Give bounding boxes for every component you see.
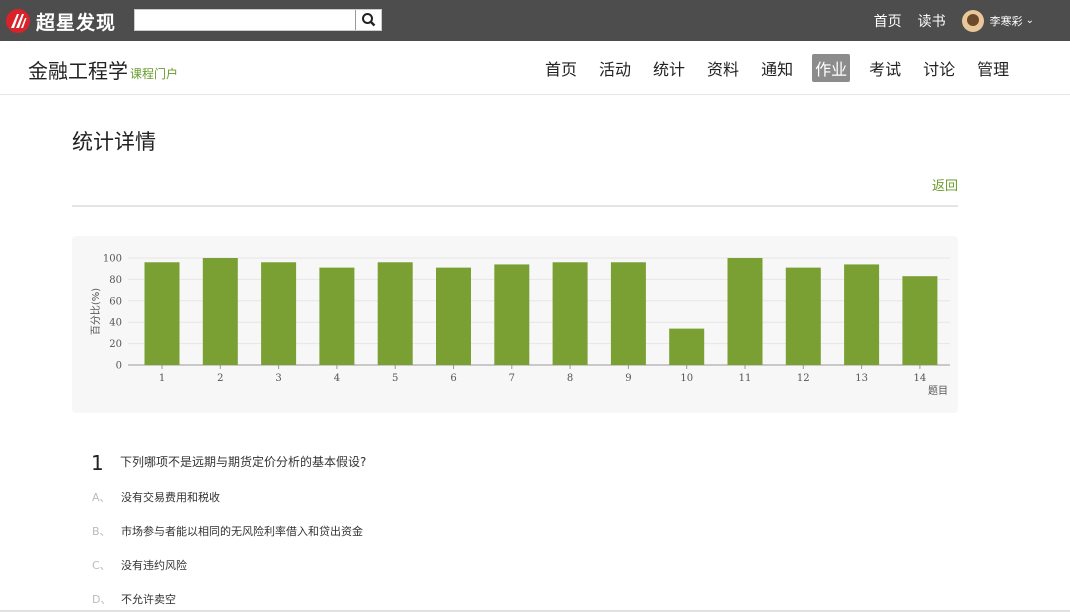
bar <box>552 262 588 365</box>
option-b: B、 市场参与者能以相同的无风险利率借入和贷出资金 <box>92 522 363 540</box>
x-axis-label: 题目 <box>928 385 948 397</box>
course-title[interactable]: 金融工程学 课程门户 <box>28 55 178 84</box>
nav-item-discussion[interactable]: 讨论 <box>920 54 958 82</box>
bar <box>494 264 530 365</box>
chart-panel: 0 20 40 60 80 100 百分比(%) 1 2 3 4 5 6 7 8 9 10 11 12 13 14 题目 <box>72 236 958 413</box>
bar <box>902 276 938 365</box>
nav-item-exams[interactable]: 考试 <box>866 54 904 82</box>
option-d: D、 不允许卖空 <box>92 590 176 608</box>
divider <box>72 205 958 207</box>
top-links: 首页 读书 李寒彩 ⌄ <box>858 0 1034 41</box>
top-link-reading[interactable]: 读书 <box>918 11 946 31</box>
question-text: 下列哪项不是远期与期货定价分析的基本假设? <box>120 455 367 469</box>
y-tick-label: 40 <box>109 318 122 329</box>
nav-item-notices[interactable]: 通知 <box>758 54 796 82</box>
x-tick-label: 8 <box>567 373 573 384</box>
x-tick-label: 1 <box>159 373 165 384</box>
y-tick-label: 80 <box>109 275 122 286</box>
avatar[interactable] <box>961 9 984 32</box>
page-title: 统计详情 <box>72 130 156 154</box>
top-link-home[interactable]: 首页 <box>874 11 902 31</box>
search-icon <box>362 13 376 27</box>
nav-item-activity[interactable]: 活动 <box>596 54 634 82</box>
course-subtitle: 课程门户 <box>130 67 179 81</box>
x-tick-label: 9 <box>625 373 631 384</box>
bar <box>319 267 355 365</box>
option-text: 没有违约风险 <box>121 559 187 572</box>
bar <box>669 328 705 365</box>
bar <box>144 262 180 365</box>
option-letter: A、 <box>92 491 111 504</box>
option-letter: D、 <box>92 593 112 606</box>
option-text: 市场参与者能以相同的无风险利率借入和贷出资金 <box>121 525 363 538</box>
bar <box>727 258 763 365</box>
option-a: A、 没有交易费用和税收 <box>92 488 220 506</box>
x-tick-label: 2 <box>217 373 223 384</box>
bar-chart: 020406080100百分比(%)1 2 3 4 5 6 7 8 9 10 11 12 13 14题目 <box>90 254 950 397</box>
y-tick-label: 0 <box>116 361 122 372</box>
nav-item-statistics[interactable]: 统计 <box>650 54 688 82</box>
x-tick-label: 14 <box>914 373 927 384</box>
bar <box>785 267 821 365</box>
option-text: 不允许卖空 <box>121 593 176 606</box>
x-tick-label: 11 <box>739 373 752 384</box>
option-letter: B、 <box>92 525 111 538</box>
chevron-down-icon[interactable]: ⌄ <box>1026 15 1034 26</box>
bar <box>261 262 297 365</box>
search-input[interactable] <box>135 10 355 30</box>
nav-item-homework[interactable]: 作业 <box>812 54 851 82</box>
y-axis-label: 百分比(%) <box>90 288 102 335</box>
option-letter: C、 <box>92 559 111 572</box>
logo-icon <box>6 9 30 33</box>
bar <box>377 262 413 365</box>
y-tick-label: 20 <box>109 339 122 350</box>
x-tick-label: 10 <box>680 373 693 384</box>
y-tick-label: 60 <box>109 296 122 307</box>
user-name[interactable]: 李寒彩 <box>990 13 1023 29</box>
x-tick-label: 3 <box>275 373 281 384</box>
x-tick-label: 7 <box>509 373 515 384</box>
option-text: 没有交易费用和税收 <box>121 491 220 504</box>
x-tick-label: 5 <box>392 373 398 384</box>
question-number: 1 <box>91 451 104 475</box>
nav-item-materials[interactable]: 资料 <box>704 54 742 82</box>
bar <box>610 262 646 365</box>
option-c: C、 没有违约风险 <box>92 556 187 574</box>
course-nav: 首页 活动 统计 资料 通知 作业 考试 讨论 管理 <box>542 54 1028 82</box>
course-header: 金融工程学 课程门户 首页 活动 统计 资料 通知 作业 考试 讨论 管理 <box>0 41 1070 95</box>
course-title-text: 金融工程学 <box>28 59 128 83</box>
nav-item-home[interactable]: 首页 <box>542 54 580 82</box>
search-box <box>134 9 382 31</box>
x-tick-label: 4 <box>334 373 340 384</box>
x-tick-label: 13 <box>855 373 868 384</box>
x-tick-label: 6 <box>450 373 456 384</box>
y-tick-label: 100 <box>103 254 122 265</box>
search-button[interactable] <box>355 10 381 30</box>
logo[interactable]: 超星发现 <box>6 9 117 34</box>
back-link[interactable]: 返回 <box>932 175 958 194</box>
bar <box>202 258 238 365</box>
top-bar: 超星发现 首页 读书 李寒彩 ⌄ <box>0 0 1070 41</box>
logo-text: 超星发现 <box>36 11 117 34</box>
bar <box>436 267 471 365</box>
nav-item-manage[interactable]: 管理 <box>974 54 1012 82</box>
x-tick-label: 12 <box>797 373 810 384</box>
bar <box>844 264 880 365</box>
